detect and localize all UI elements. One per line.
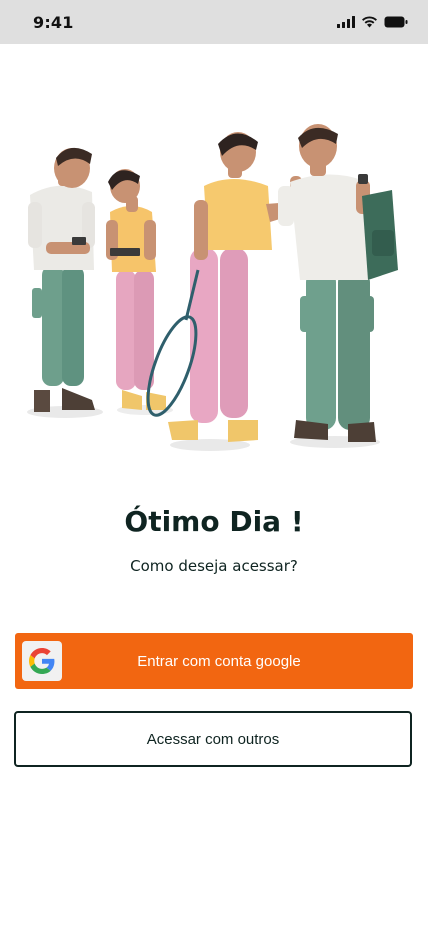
wifi-icon	[361, 13, 378, 32]
status-icons	[337, 13, 408, 32]
person-1-figure	[28, 147, 95, 412]
person-2-figure	[106, 169, 166, 410]
cellular-signal-icon	[337, 13, 355, 32]
google-sign-in-button[interactable]: Entrar com conta google	[15, 633, 413, 689]
four-people-illustration	[27, 124, 398, 451]
status-time: 9:41	[33, 12, 74, 32]
welcome-title: Ótimo Dia !	[124, 505, 304, 538]
person-4-figure	[278, 124, 398, 442]
battery-icon	[384, 13, 408, 32]
access-others-button[interactable]: Acessar com outros	[14, 711, 412, 767]
hero-illustration	[0, 120, 428, 470]
access-others-label: Acessar com outros	[146, 730, 280, 748]
google-sign-in-label: Entrar com conta google	[137, 652, 301, 670]
status-bar: 9:41	[0, 0, 428, 44]
google-logo-icon	[22, 641, 62, 681]
welcome-subtitle: Como deseja acessar?	[130, 557, 298, 575]
